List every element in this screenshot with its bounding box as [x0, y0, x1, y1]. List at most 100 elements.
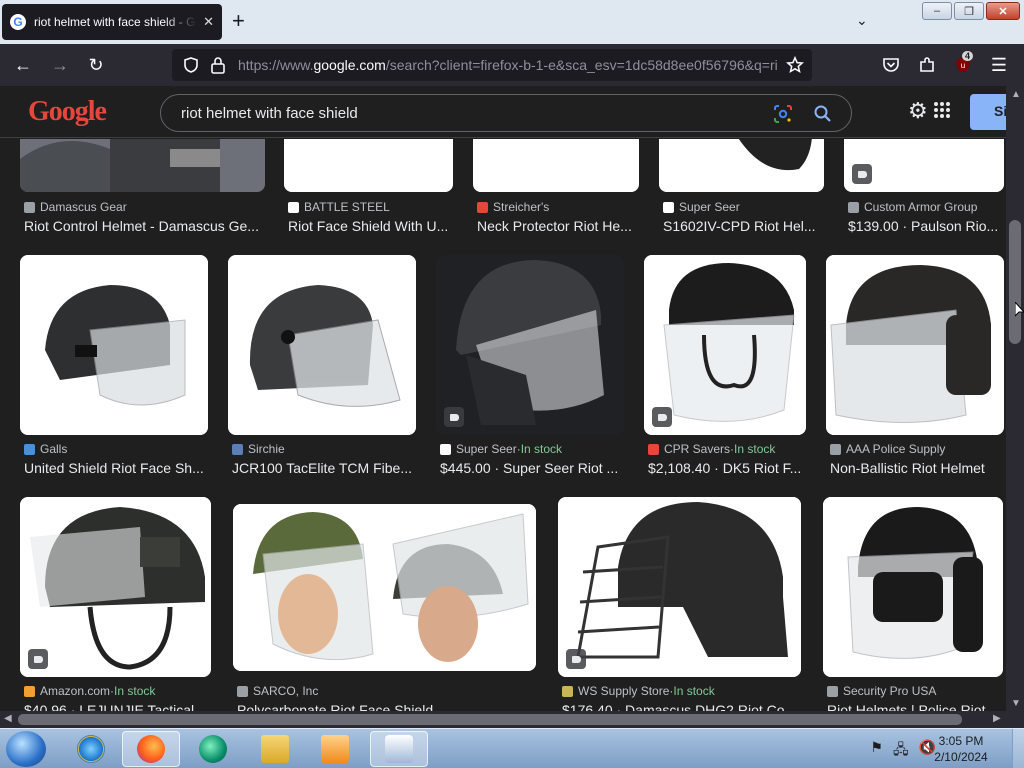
back-arrow-icon[interactable]: ← [8, 44, 38, 86]
result-title[interactable]: Riot Face Shield With U... [288, 218, 458, 234]
google-lens-icon[interactable] [773, 104, 793, 124]
result-thumbnail[interactable] [228, 255, 416, 435]
result-thumbnail[interactable] [823, 497, 1003, 677]
network-icon[interactable]: 🖧 [893, 739, 909, 763]
result-source: SARCO, Inc [237, 684, 318, 698]
result-title[interactable]: Neck Protector Riot He... [477, 218, 642, 234]
result-thumbnail[interactable] [436, 255, 624, 435]
product-tag-icon [852, 164, 872, 184]
result-source: Damascus Gear [24, 200, 127, 214]
ublock-origin-icon[interactable]: u [948, 44, 978, 86]
scroll-down-arrow-icon[interactable]: ▼ [1011, 698, 1021, 709]
result-title[interactable]: Polycarbonate Riot Face Shield [237, 702, 537, 711]
reload-icon[interactable]: ↻ [81, 44, 111, 86]
result-thumbnail[interactable] [558, 497, 801, 677]
result-title[interactable]: United Shield Riot Face Sh... [24, 460, 210, 476]
windows-taskbar: ⚑ 🖧 🔇 3:05 PM 2/10/2024 [0, 728, 1024, 768]
result-thumbnail[interactable] [20, 139, 265, 192]
result-thumbnail[interactable] [644, 255, 806, 435]
taskbar-app-icon[interactable] [184, 731, 242, 767]
tab-title: riot helmet with face shield - Google Se… [34, 15, 197, 29]
search-box[interactable]: riot helmet with face shield [160, 94, 852, 132]
extensions-puzzle-icon[interactable] [912, 44, 942, 86]
mouse-pointer-icon [1015, 302, 1024, 317]
result-source: AAA Police Supply [830, 442, 945, 456]
bookmark-star-icon[interactable] [786, 56, 804, 74]
google-apps-grid-icon[interactable] [934, 102, 950, 118]
in-stock-label: In stock [520, 442, 563, 456]
result-title[interactable]: $176.40 · Damascus DHG2 Riot Co... [562, 702, 802, 711]
lock-icon[interactable] [210, 56, 226, 74]
result-thumbnail[interactable] [659, 139, 824, 192]
window-controls: – ❐ ✕ [922, 2, 1020, 20]
settings-gear-icon[interactable]: ⚙ [908, 100, 928, 122]
maximize-icon[interactable]: ❐ [954, 2, 984, 20]
list-all-tabs-chevron-icon[interactable]: ⌄ [856, 12, 868, 29]
close-tab-icon[interactable]: ✕ [203, 14, 214, 30]
result-thumbnail[interactable] [20, 255, 208, 435]
result-thumbnail[interactable] [284, 139, 453, 192]
new-tab-plus-icon[interactable]: + [232, 10, 245, 32]
scroll-left-arrow-icon[interactable]: ◀ [4, 713, 12, 724]
action-center-flag-icon[interactable]: ⚑ [870, 739, 883, 763]
extension-badge-count: 4 [962, 51, 974, 61]
show-desktop-button[interactable] [1012, 729, 1024, 768]
result-thumbnail[interactable] [473, 139, 639, 192]
image-results-grid: Damascus Gear Riot Control Helmet - Dama… [0, 139, 1006, 711]
result-thumbnail[interactable] [20, 497, 211, 677]
search-icon[interactable] [813, 104, 833, 124]
pocket-icon[interactable] [876, 44, 906, 86]
result-title[interactable]: Riot Helmets | Police Riot ... [827, 702, 1003, 711]
result-title[interactable]: JCR100 TacElite TCM Fibe... [232, 460, 418, 476]
result-title[interactable]: S1602IV-CPD Riot Hel... [663, 218, 823, 234]
browser-tab-strip: G riot helmet with face shield - Google … [0, 0, 1024, 44]
horizontal-scroll-thumb[interactable] [18, 714, 962, 725]
taskbar-firefox-icon[interactable] [122, 731, 180, 767]
product-tag-icon [566, 649, 586, 669]
system-tray: ⚑ 🖧 🔇 [870, 739, 936, 763]
hamburger-menu-icon[interactable]: ☰ [984, 44, 1014, 86]
taskbar-media-player-icon[interactable] [306, 731, 364, 767]
result-source: Custom Armor Group [848, 200, 977, 214]
start-button-windows-logo-icon[interactable] [6, 731, 46, 767]
taskbar-internet-explorer-icon[interactable] [62, 731, 120, 767]
result-thumbnail[interactable] [826, 255, 1004, 435]
vertical-scroll-thumb[interactable] [1009, 220, 1021, 344]
result-source: Security Pro USA [827, 684, 936, 698]
url-text: https://www.google.com/search?client=fir… [238, 57, 778, 73]
screen: G riot helmet with face shield - Google … [0, 0, 1024, 768]
tracking-protection-shield-icon[interactable] [182, 56, 200, 74]
result-title[interactable]: $2,108.40 · DK5 Riot F... [648, 460, 808, 476]
address-bar[interactable]: https://www.google.com/search?client=fir… [172, 49, 812, 81]
result-thumbnail[interactable] [844, 139, 1004, 192]
source-favicon-icon [477, 201, 488, 213]
source-favicon-icon [648, 443, 659, 455]
result-source: Super Seer · In stock [440, 442, 562, 456]
google-logo[interactable]: Google [28, 96, 107, 128]
result-title[interactable]: $139.00 · Paulson Rio... [848, 218, 1004, 234]
taskbar-snipping-tool-icon[interactable] [370, 731, 428, 767]
vertical-scrollbar[interactable] [1006, 86, 1024, 711]
result-title[interactable]: Riot Control Helmet - Damascus Ge... [24, 218, 264, 234]
scroll-up-arrow-icon[interactable]: ▲ [1011, 89, 1021, 100]
result-source: Sirchie [232, 442, 285, 456]
scroll-right-arrow-icon[interactable]: ▶ [993, 713, 1001, 724]
taskbar-clock[interactable]: 3:05 PM 2/10/2024 [930, 733, 992, 765]
result-source: BATTLE STEEL [288, 200, 390, 214]
result-title[interactable]: $40.96 · LEJUNJIE Tactical ... [24, 702, 214, 711]
result-title[interactable]: $445.00 · Super Seer Riot ... [440, 460, 626, 476]
in-stock-label: In stock [114, 684, 156, 698]
minimize-icon[interactable]: – [922, 2, 952, 20]
google-favicon-icon: G [10, 14, 26, 30]
browser-tab[interactable]: G riot helmet with face shield - Google … [2, 4, 222, 40]
clock-time: 3:05 PM [938, 734, 984, 748]
result-thumbnail[interactable] [233, 504, 536, 671]
source-favicon-icon [288, 201, 299, 213]
result-title[interactable]: Non-Ballistic Riot Helmet [830, 460, 1004, 476]
forward-arrow-icon[interactable]: → [45, 44, 75, 86]
source-favicon-icon [830, 443, 841, 455]
result-source: Super Seer [663, 200, 740, 214]
source-favicon-icon [848, 201, 859, 213]
window-close-icon[interactable]: ✕ [986, 2, 1020, 20]
taskbar-file-explorer-icon[interactable] [246, 731, 304, 767]
